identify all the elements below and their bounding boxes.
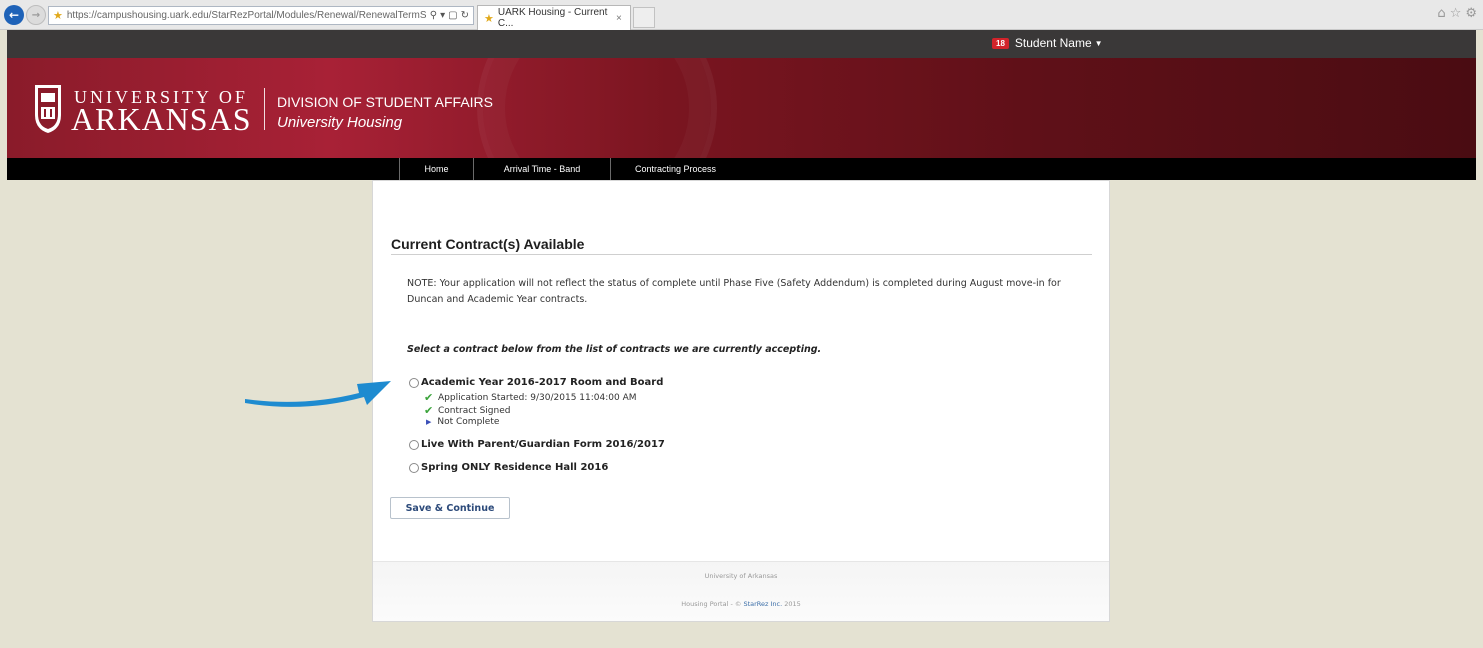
division-name: DIVISION OF STUDENT AFFAIRS bbox=[277, 94, 493, 110]
main-nav: Home Arrival Time - Band Contracting Pro… bbox=[7, 158, 1476, 180]
starrez-link[interactable]: StarRez Inc. bbox=[743, 600, 782, 608]
contract-label[interactable]: Academic Year 2016-2017 Room and Board bbox=[421, 377, 663, 388]
lock-icon[interactable]: ▢ bbox=[448, 10, 457, 21]
footer-prefix: Housing Portal - © bbox=[681, 600, 744, 608]
radio-button[interactable] bbox=[409, 377, 419, 388]
footer-copyright: Housing Portal - © StarRez Inc. 2015 bbox=[373, 600, 1109, 608]
back-arrow-icon[interactable]: ← bbox=[4, 5, 24, 25]
tab-favicon-star-icon: ★ bbox=[484, 12, 494, 25]
status-text: Not Complete bbox=[437, 417, 500, 427]
status-text: Application Started: 9/30/2015 11:04:00 … bbox=[438, 392, 637, 403]
favicon-star-icon: ★ bbox=[53, 10, 63, 22]
university-crest-icon bbox=[35, 85, 61, 133]
nav-home[interactable]: Home bbox=[399, 158, 473, 180]
instruction-text: Select a contract below from the list of… bbox=[407, 344, 822, 355]
nav-arrival-time[interactable]: Arrival Time - Band bbox=[473, 158, 610, 180]
url-text[interactable]: https://campushousing.uark.edu/StarRezPo… bbox=[67, 10, 426, 21]
status-not-complete: ▶ Not Complete bbox=[424, 417, 499, 427]
contract-option-academic-year[interactable]: Academic Year 2016-2017 Room and Board bbox=[409, 377, 663, 388]
site-banner: UNIVERSITY OF ARKANSAS DIVISION OF STUDE… bbox=[7, 58, 1476, 158]
university-name: ARKANSAS bbox=[71, 101, 252, 137]
annotation-arrow-icon bbox=[245, 381, 391, 407]
home-icon[interactable]: ⌂ bbox=[1437, 6, 1445, 21]
contract-option-live-with-parent[interactable]: Live With Parent/Guardian Form 2016/2017 bbox=[409, 439, 665, 450]
address-bar[interactable]: ★ https://campushousing.uark.edu/StarRez… bbox=[48, 6, 474, 25]
check-icon: ✔ bbox=[424, 391, 434, 404]
arrow-right-icon: ▶ bbox=[426, 418, 432, 426]
check-icon: ✔ bbox=[424, 404, 434, 417]
contract-label[interactable]: Spring ONLY Residence Hall 2016 bbox=[421, 462, 608, 473]
title-divider bbox=[391, 254, 1092, 255]
status-text: Contract Signed bbox=[438, 405, 511, 416]
banner-divider bbox=[264, 88, 265, 130]
caret-down-icon[interactable]: ▼ bbox=[1095, 39, 1103, 48]
browser-toolbar: ← → ★ https://campushousing.uark.edu/Sta… bbox=[0, 0, 1483, 30]
browser-tab[interactable]: ★ UARK Housing - Current C... × bbox=[477, 5, 631, 30]
contract-option-spring-only[interactable]: Spring ONLY Residence Hall 2016 bbox=[409, 462, 608, 473]
new-tab-button[interactable] bbox=[633, 7, 655, 28]
user-name[interactable]: Student Name bbox=[1015, 36, 1092, 50]
browser-icons: ⌂ ☆ ⚙ bbox=[1437, 6, 1477, 21]
user-strip: 18 Student Name ▼ bbox=[7, 30, 1476, 58]
dropdown-icon[interactable]: ▾ bbox=[440, 10, 445, 21]
radio-button[interactable] bbox=[409, 462, 419, 473]
tab-close-icon[interactable]: × bbox=[616, 13, 630, 24]
footer-suffix: 2015 bbox=[782, 600, 801, 608]
user-menu[interactable]: 18 Student Name ▼ bbox=[992, 36, 1103, 50]
favorites-star-icon[interactable]: ☆ bbox=[1450, 6, 1462, 21]
note-text: NOTE: Your application will not reflect … bbox=[407, 278, 1061, 305]
nav-contracting-process[interactable]: Contracting Process bbox=[610, 158, 740, 180]
seal-watermark bbox=[477, 58, 717, 158]
status-contract-signed: ✔ Contract Signed bbox=[424, 404, 510, 417]
radio-button[interactable] bbox=[409, 439, 419, 450]
department-name: University Housing bbox=[277, 114, 403, 131]
tab-title[interactable]: UARK Housing - Current C... bbox=[498, 7, 616, 29]
panel-footer: University of Arkansas Housing Portal - … bbox=[373, 561, 1109, 621]
search-icon[interactable]: ⚲ bbox=[430, 10, 437, 21]
status-application-started: ✔ Application Started: 9/30/2015 11:04:0… bbox=[424, 391, 637, 404]
forward-arrow-icon[interactable]: → bbox=[26, 5, 46, 25]
save-continue-button[interactable]: Save & Continue bbox=[390, 497, 510, 519]
content-panel: Current Contract(s) Available NOTE: Your… bbox=[372, 180, 1110, 622]
notification-badge[interactable]: 18 bbox=[992, 37, 1009, 49]
settings-gear-icon[interactable]: ⚙ bbox=[1465, 6, 1477, 21]
contract-label[interactable]: Live With Parent/Guardian Form 2016/2017 bbox=[421, 439, 665, 450]
page-title: Current Contract(s) Available bbox=[391, 236, 585, 252]
refresh-icon[interactable]: ↻ bbox=[461, 10, 469, 21]
footer-university: University of Arkansas bbox=[704, 572, 778, 580]
